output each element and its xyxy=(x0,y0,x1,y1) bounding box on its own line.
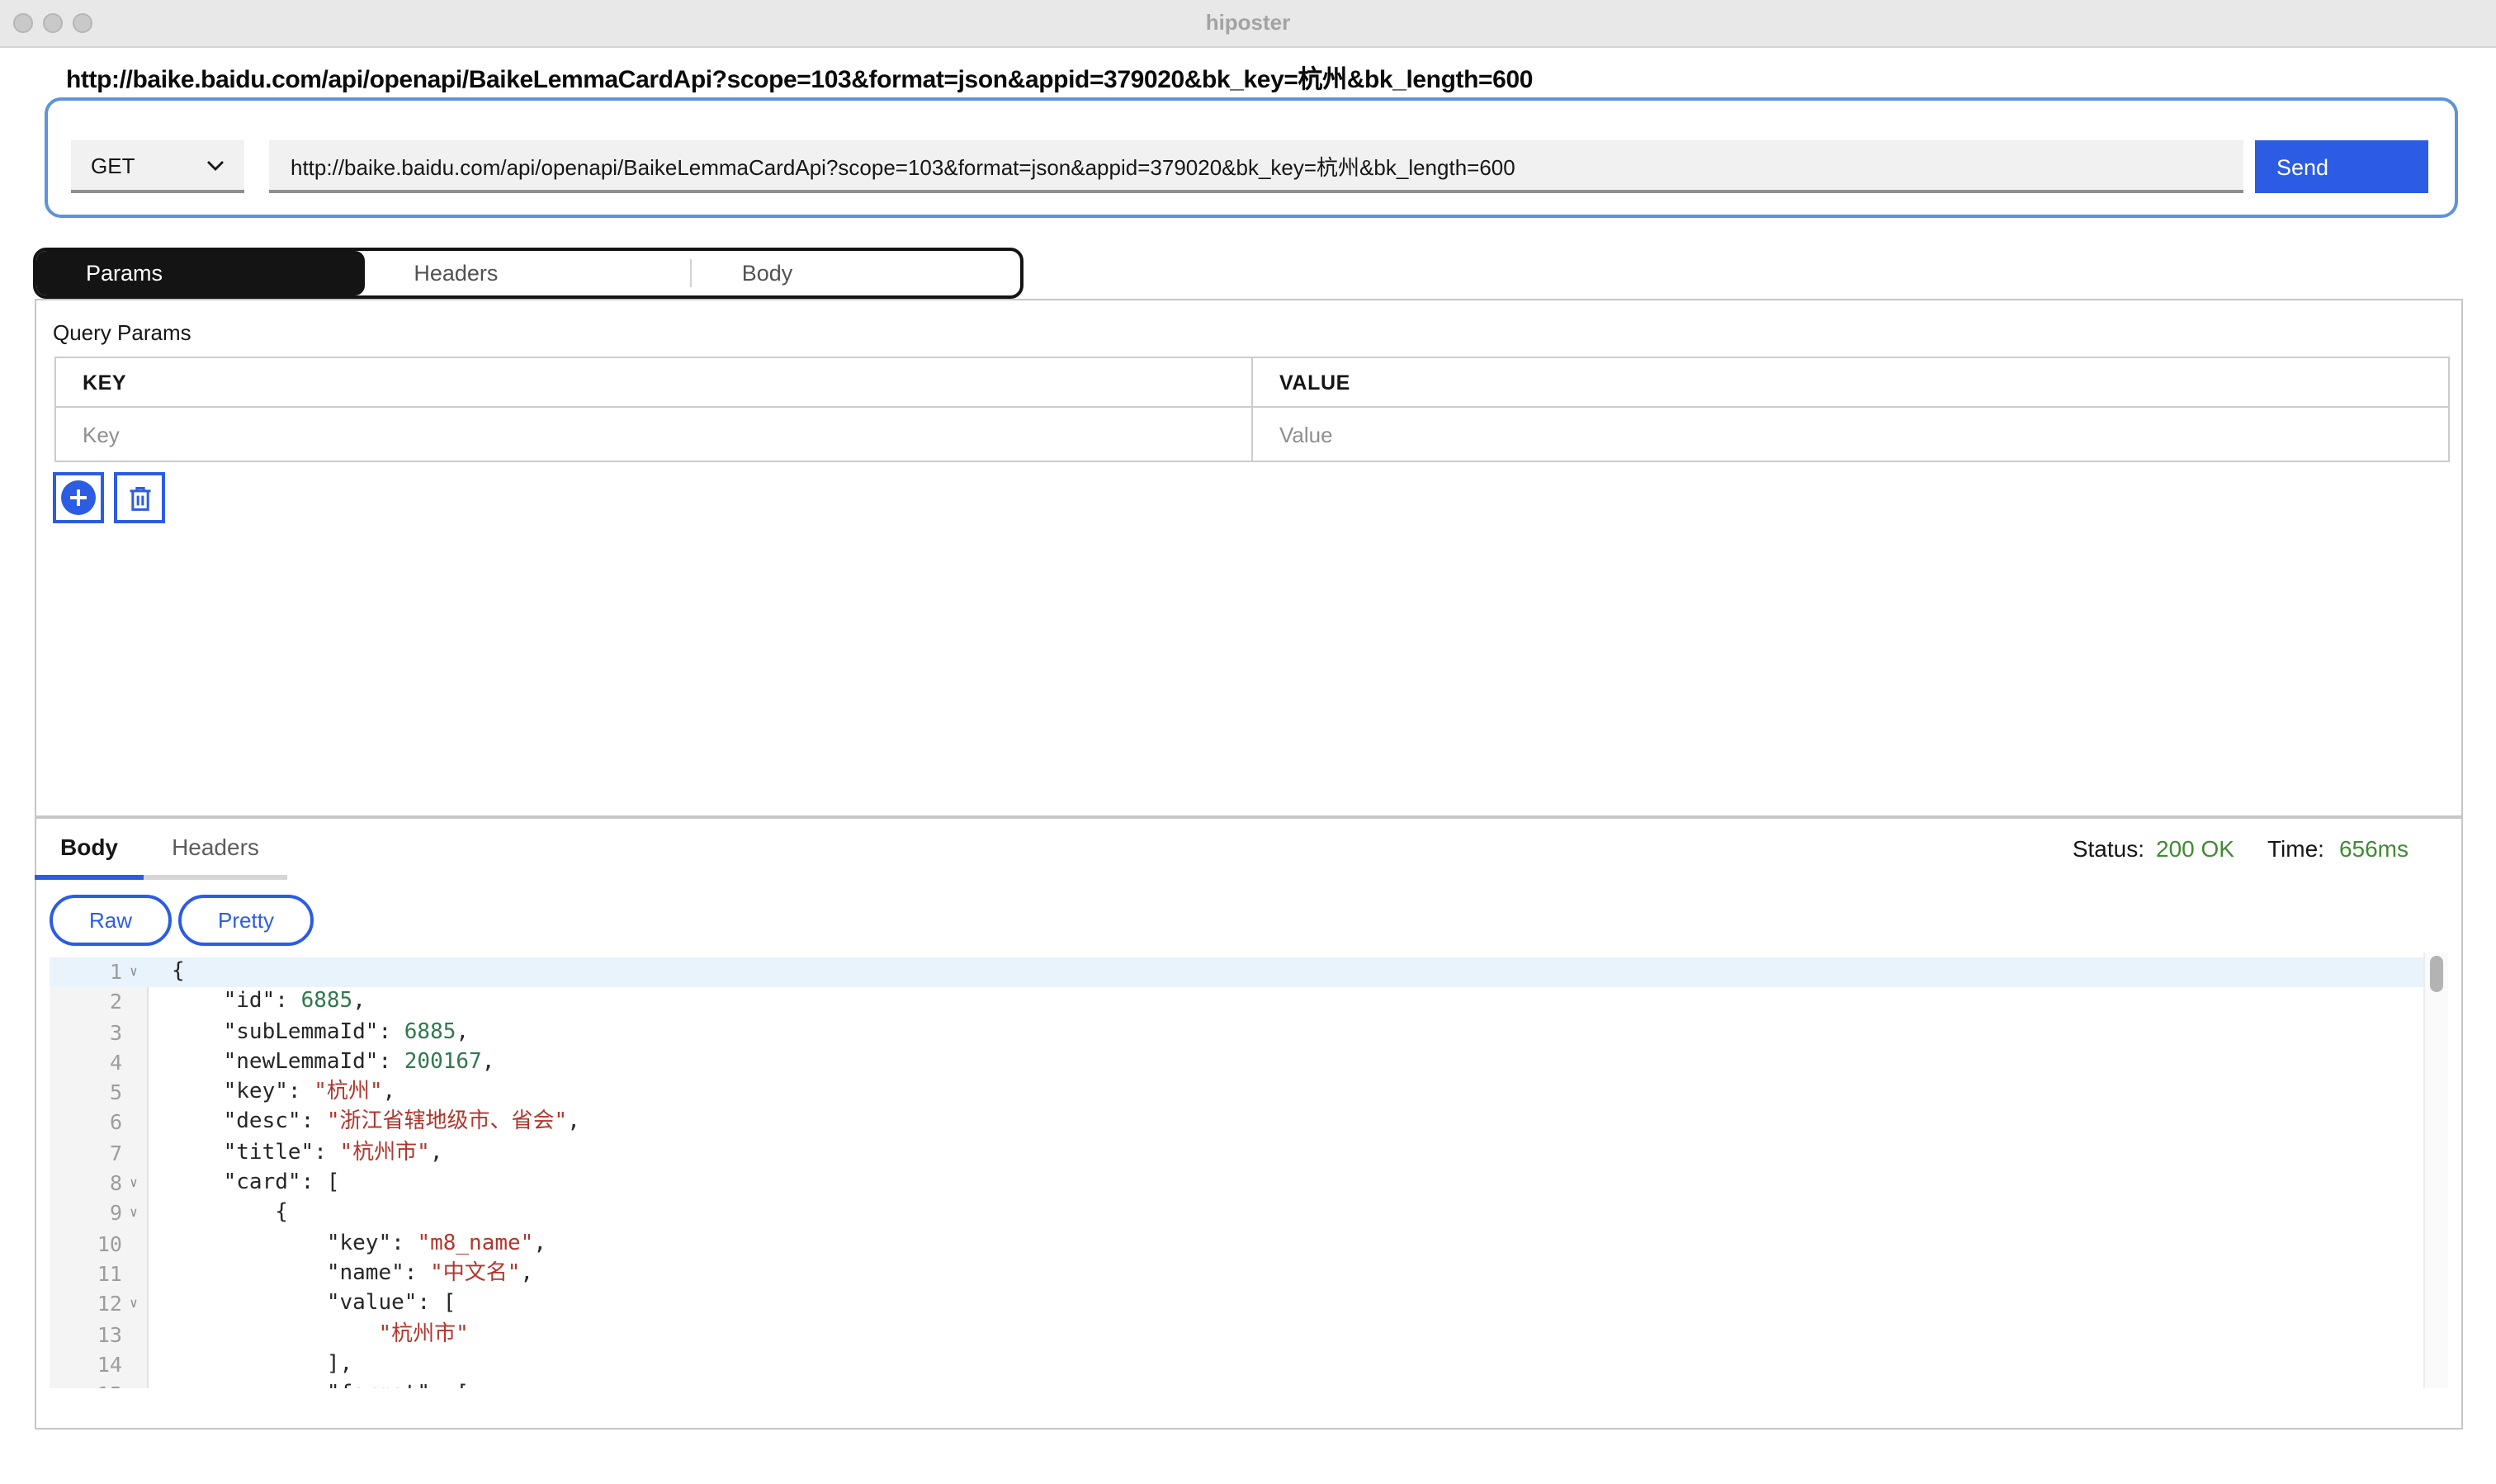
code-text: "id": 6885, xyxy=(149,988,366,1018)
response-panel: Body Headers Status: 200 OK Time: 656ms Raw… xyxy=(35,817,2463,1430)
line-number: 12∨ xyxy=(50,1290,149,1321)
titlebar: hiposter xyxy=(0,0,2496,48)
param-key-input[interactable] xyxy=(56,408,1251,461)
code-line: 15 "format": [ xyxy=(50,1380,2425,1388)
line-number: 15 xyxy=(50,1380,149,1388)
code-line: 1∨{ xyxy=(50,957,2425,988)
plus-circle-icon xyxy=(61,480,96,515)
editor-scrollbar-thumb[interactable] xyxy=(2430,956,2443,992)
code-text: "key": "m8_name", xyxy=(149,1229,546,1260)
code-text: "title": "杭州市", xyxy=(149,1139,442,1170)
code-line: 13 "杭州市" xyxy=(50,1320,2425,1350)
response-status-line: Status: 200 OK Time: 656ms xyxy=(2073,835,2409,862)
code-line: 6 "desc": "浙江省辖地级市、省会", xyxy=(50,1108,2425,1139)
code-text: ], xyxy=(149,1350,352,1381)
line-number: 4 xyxy=(50,1048,149,1079)
pretty-button[interactable]: Pretty xyxy=(178,895,314,946)
code-text: "card": [ xyxy=(149,1169,340,1199)
code-text: "subLemmaId": 6885, xyxy=(149,1018,469,1048)
code-text: "format": [ xyxy=(149,1380,469,1388)
request-bar: GET http://baike.baidu.com/api/openapi/B… xyxy=(45,97,2458,218)
line-number: 11 xyxy=(50,1260,149,1290)
query-params-table: KEY VALUE xyxy=(54,357,2450,462)
line-number: 3 xyxy=(50,1018,149,1048)
response-tabs: Body Headers xyxy=(35,819,287,880)
param-row-actions xyxy=(53,472,165,523)
status-value: 200 OK xyxy=(2156,835,2234,862)
code-line: 7 "title": "杭州市", xyxy=(50,1139,2425,1170)
code-lines: 1∨{2 "id": 6885,3 "subLemmaId": 6885,4 "… xyxy=(50,957,2425,1388)
method-select-value: GET xyxy=(91,153,135,177)
param-value-input[interactable] xyxy=(1253,408,2448,461)
time-value: 656ms xyxy=(2339,835,2409,862)
code-text: { xyxy=(149,1199,288,1230)
window-title: hiposter xyxy=(0,0,2496,46)
code-line: 5 "key": "杭州", xyxy=(50,1078,2425,1108)
delete-row-button[interactable] xyxy=(114,472,165,523)
line-number: 8∨ xyxy=(50,1169,149,1199)
query-params-title: Query Params xyxy=(53,320,191,345)
response-view-buttons: Raw Pretty xyxy=(50,895,314,946)
code-line: 3 "subLemmaId": 6885, xyxy=(50,1018,2425,1048)
response-tab-body[interactable]: Body xyxy=(35,819,144,880)
method-select[interactable]: GET xyxy=(71,140,244,193)
request-tabs: Params Headers Body xyxy=(33,248,1023,299)
tab-params[interactable]: Params xyxy=(36,251,364,295)
code-text: "杭州市" xyxy=(149,1320,469,1350)
code-line: 4 "newLemmaId": 200167, xyxy=(50,1048,2425,1079)
line-number: 7 xyxy=(50,1139,149,1170)
response-tab-headers[interactable]: Headers xyxy=(144,819,287,880)
code-line: 9∨ { xyxy=(50,1199,2425,1230)
tab-headers[interactable]: Headers xyxy=(364,251,692,295)
code-line: 2 "id": 6885, xyxy=(50,988,2425,1018)
code-line: 10 "key": "m8_name", xyxy=(50,1229,2425,1260)
line-number: 5 xyxy=(50,1078,149,1108)
fold-chevron-icon[interactable]: ∨ xyxy=(124,957,144,988)
line-number: 2 xyxy=(50,988,149,1018)
code-text: { xyxy=(149,957,185,988)
code-text: "desc": "浙江省辖地级市、省会", xyxy=(149,1108,580,1139)
code-line: 14 ], xyxy=(50,1350,2425,1381)
code-text: "newLemmaId": 200167, xyxy=(149,1048,494,1079)
value-column-header: VALUE xyxy=(1252,357,2449,407)
query-params-panel: Query Params KEY VALUE xyxy=(35,299,2463,817)
tab-body[interactable]: Body xyxy=(693,251,1020,295)
key-column-header: KEY xyxy=(55,357,1252,407)
line-number: 1∨ xyxy=(50,957,149,988)
fold-chevron-icon[interactable]: ∨ xyxy=(124,1199,144,1230)
time-label: Time: xyxy=(2267,835,2324,862)
chevron-down-icon xyxy=(206,159,225,171)
add-row-button[interactable] xyxy=(53,472,104,523)
tab-headers-label: Headers xyxy=(414,261,498,286)
fold-chevron-icon[interactable]: ∨ xyxy=(124,1290,144,1321)
line-number: 9∨ xyxy=(50,1199,149,1230)
code-text: "key": "杭州", xyxy=(149,1078,395,1108)
line-number: 10 xyxy=(50,1229,149,1260)
send-button[interactable]: Send xyxy=(2255,140,2428,193)
line-number: 14 xyxy=(50,1350,149,1381)
code-text: "name": "中文名", xyxy=(149,1260,533,1290)
line-number: 6 xyxy=(50,1108,149,1139)
request-url-heading: http://baike.baidu.com/api/openapi/Baike… xyxy=(66,61,1533,96)
response-body-editor[interactable]: 1∨{2 "id": 6885,3 "subLemmaId": 6885,4 "… xyxy=(50,952,2448,1388)
code-line: 8∨ "card": [ xyxy=(50,1169,2425,1199)
fold-chevron-icon[interactable]: ∨ xyxy=(124,1169,144,1199)
editor-scrollbar[interactable] xyxy=(2423,952,2448,1388)
url-input[interactable]: http://baike.baidu.com/api/openapi/Baike… xyxy=(269,140,2243,193)
code-text: "value": [ xyxy=(149,1290,456,1321)
status-label: Status: xyxy=(2073,835,2144,862)
code-line: 12∨ "value": [ xyxy=(50,1290,2425,1321)
table-row xyxy=(55,407,2449,461)
line-number: 13 xyxy=(50,1320,149,1350)
app-window: hiposter http://baike.baidu.com/api/open… xyxy=(0,0,2496,1484)
raw-button[interactable]: Raw xyxy=(50,895,172,946)
code-line: 11 "name": "中文名", xyxy=(50,1260,2425,1290)
trash-icon xyxy=(123,481,156,514)
